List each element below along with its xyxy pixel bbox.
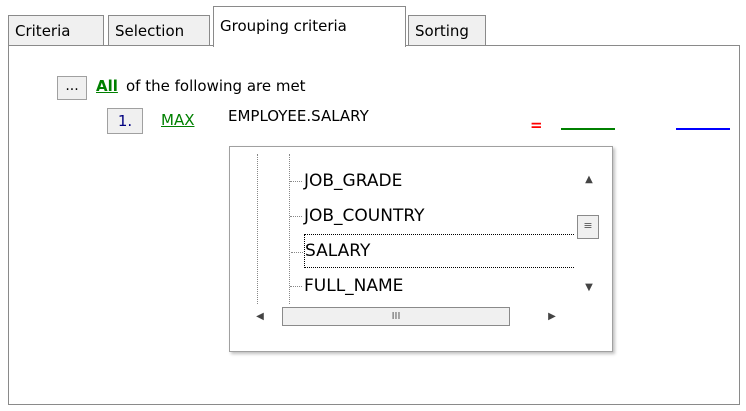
tab-sorting[interactable]: Sorting [408,15,486,46]
tree-branch [290,181,302,182]
tree-branch [291,252,303,253]
row-number-button[interactable]: 1. [107,108,143,134]
horizontal-scrollbar[interactable]: ◀ III ▶ [244,305,574,329]
scroll-down-icon[interactable]: ▼ [574,276,604,300]
tree-branch [290,216,302,217]
value-placeholder-blue[interactable] [676,128,730,130]
operator-link[interactable]: = [530,116,543,134]
field-list[interactable]: JOB_GRADE JOB_COUNTRY SALARY FULL_NAME [244,154,589,304]
tab-grouping-criteria[interactable]: Grouping criteria [213,6,406,47]
tree-connector-line [289,154,290,304]
list-item-selected[interactable]: SALARY [291,234,589,268]
scroll-thumb-horizontal[interactable]: III [282,307,510,326]
vertical-scrollbar[interactable]: ▲ ≡ ▼ [574,154,604,304]
condition-mode-link[interactable]: All [96,77,118,95]
value-placeholder-green[interactable] [561,128,615,130]
list-item[interactable]: FULL_NAME [290,269,404,303]
field-dropdown: JOB_GRADE JOB_COUNTRY SALARY FULL_NAME ▲… [229,146,613,352]
tab-strip: Criteria Selection Grouping criteria Sor… [0,0,746,47]
list-item-label: JOB_COUNTRY [304,206,425,226]
list-item-label: SALARY [305,241,371,261]
list-item-label: FULL_NAME [304,276,404,296]
tab-selection[interactable]: Selection [108,15,210,46]
aggregate-function-link[interactable]: MAX [161,111,194,129]
scroll-right-icon[interactable]: ▶ [540,305,564,329]
scroll-up-icon[interactable]: ▲ [574,168,604,192]
field-name-input[interactable]: EMPLOYEE.SALARY [222,100,516,132]
tree-branch [290,286,302,287]
condition-mode-text: of the following are met [126,77,306,95]
list-item-label: JOB_GRADE [304,171,403,191]
scroll-left-icon[interactable]: ◀ [248,305,272,329]
tree-connector-line [257,154,258,304]
scroll-thumb-vertical[interactable]: ≡ [577,215,599,239]
list-item[interactable]: JOB_COUNTRY [290,199,425,233]
tab-criteria[interactable]: Criteria [8,15,104,46]
criteria-menu-button[interactable]: ... [57,76,87,100]
list-item[interactable]: JOB_GRADE [290,164,403,198]
